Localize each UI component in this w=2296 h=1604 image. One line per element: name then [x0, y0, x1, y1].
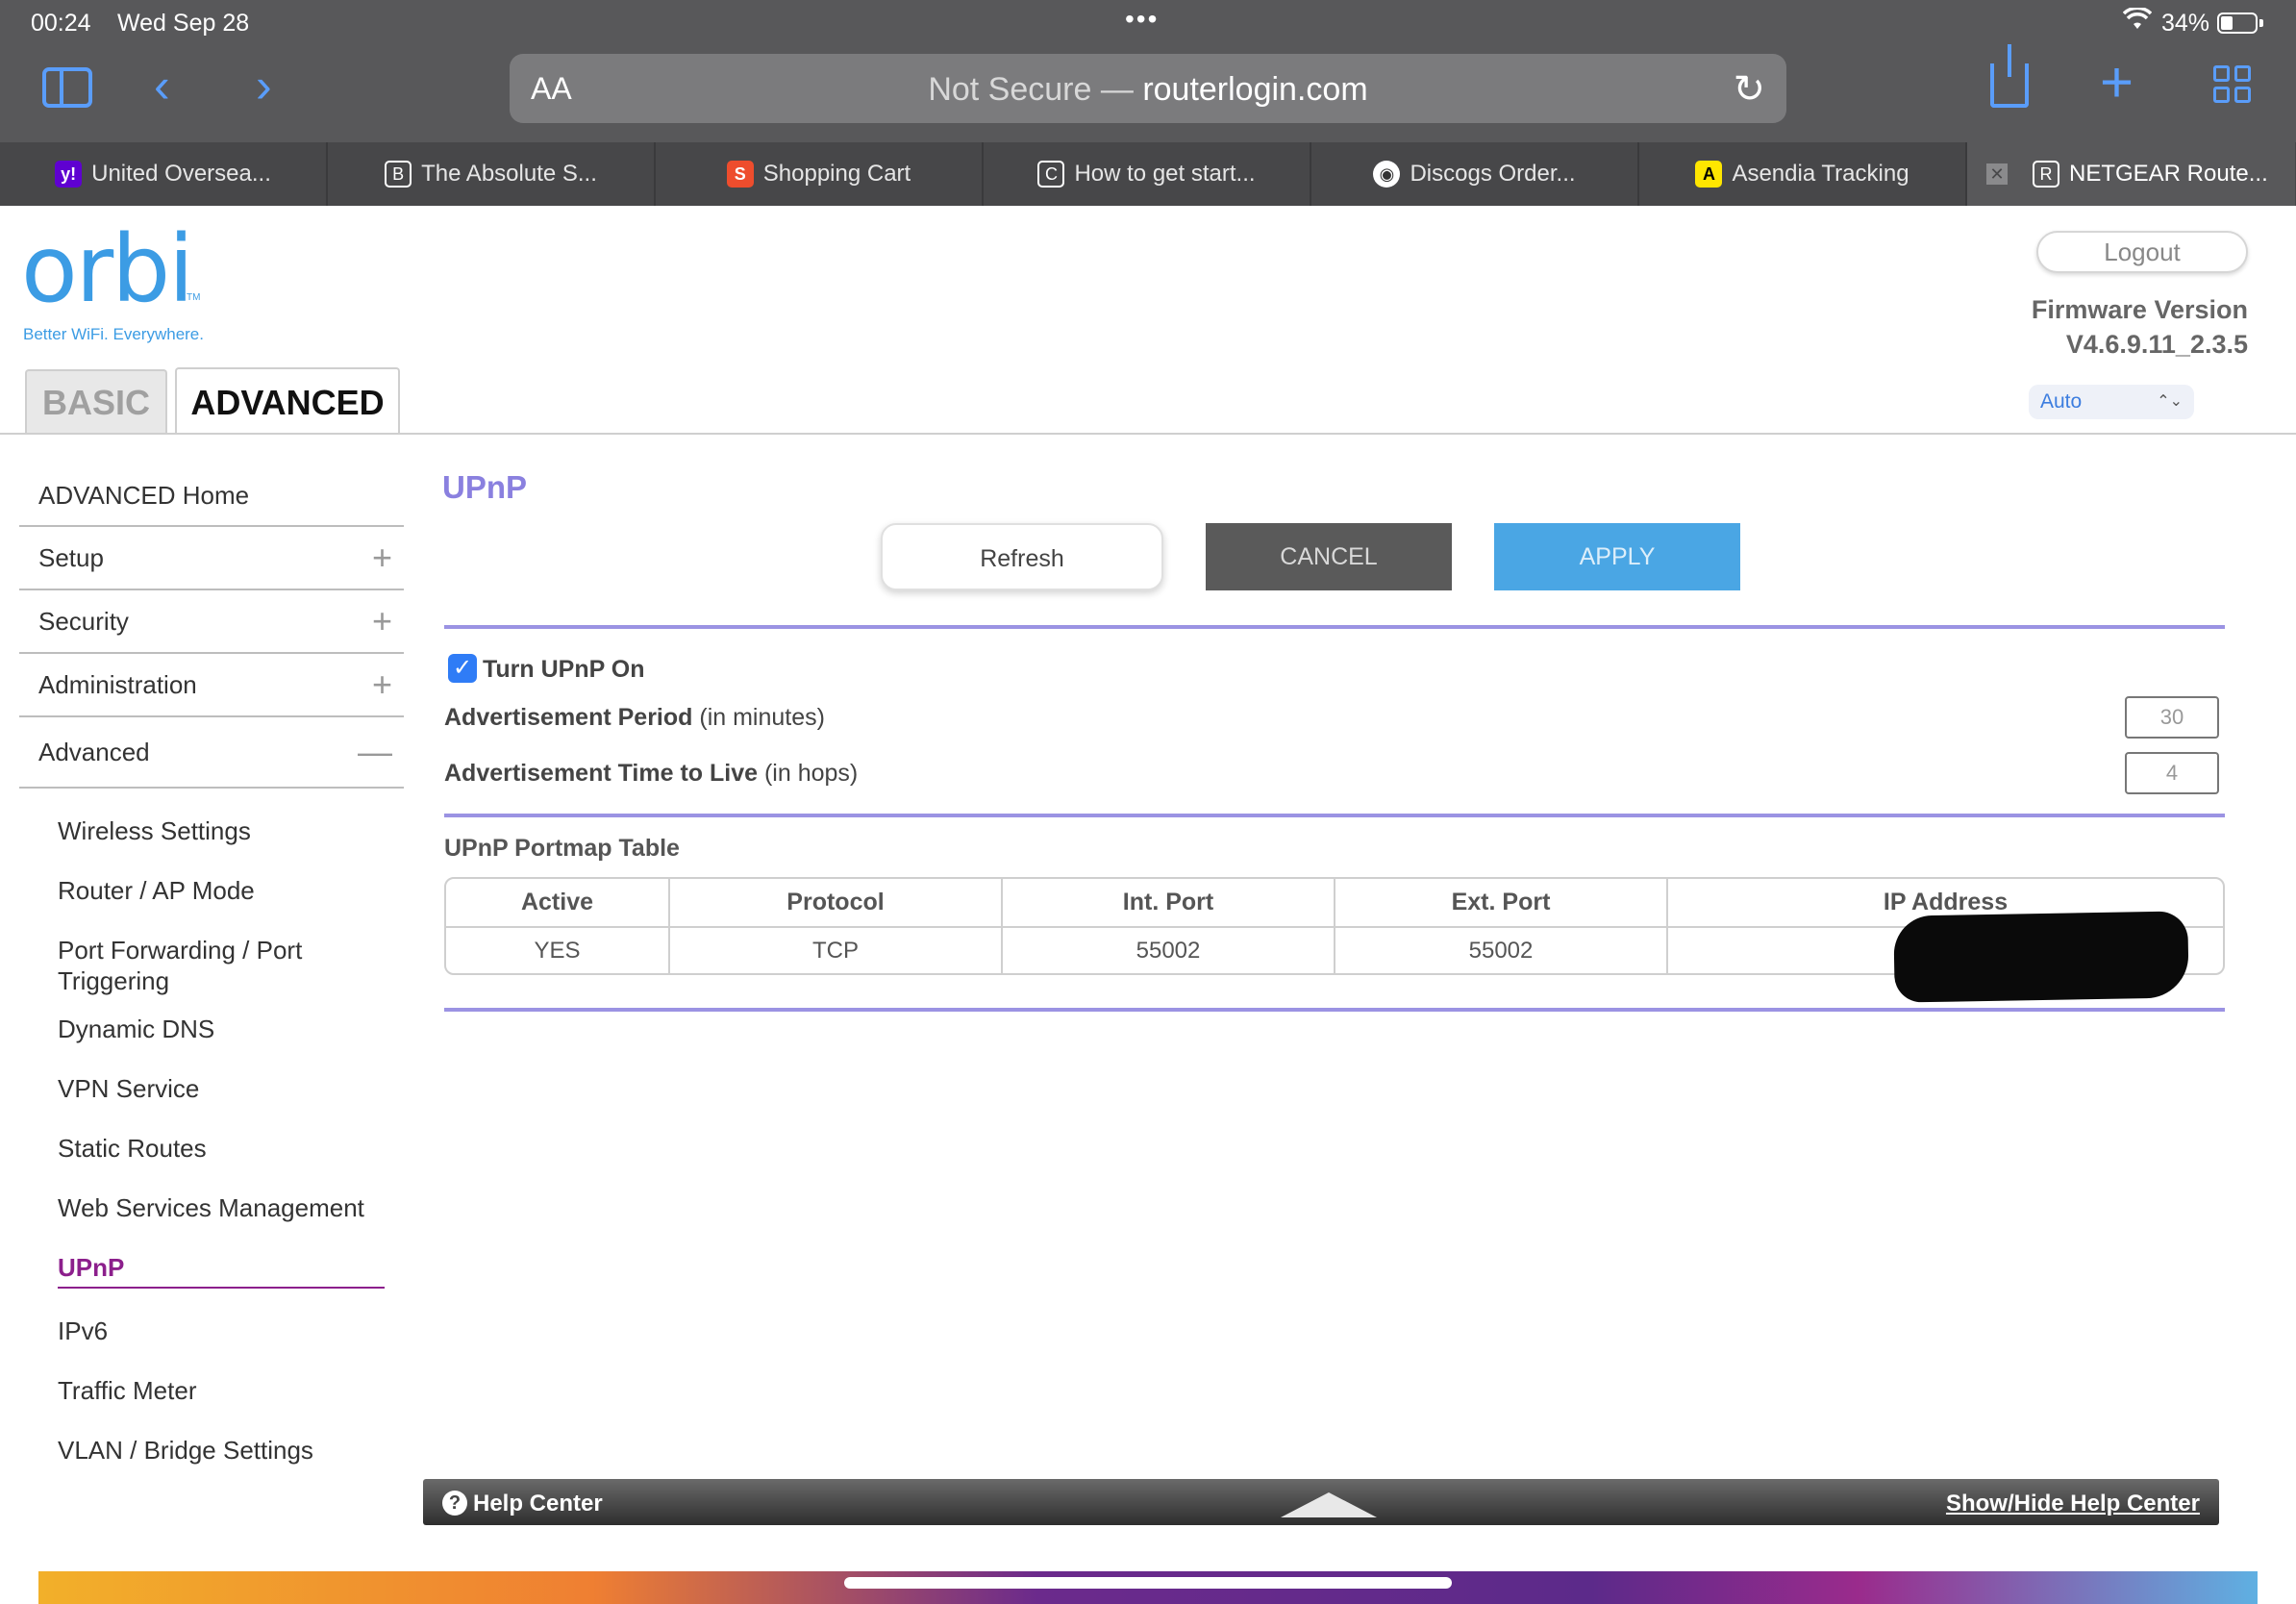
- cell-protocol: TCP: [669, 927, 1003, 973]
- sidebar-toggle-icon[interactable]: [42, 67, 92, 108]
- url-text[interactable]: Not Secure — routerlogin.com: [510, 71, 1786, 109]
- new-tab-icon[interactable]: +: [2100, 54, 2134, 112]
- multitasking-dots-icon[interactable]: •••: [1125, 4, 1159, 35]
- help-center-bar: ? Help Center Show/Hide Help Center: [423, 1479, 2219, 1525]
- divider: [444, 814, 2225, 817]
- expand-icon[interactable]: +: [372, 538, 392, 578]
- c-favicon-icon: C: [1037, 161, 1065, 188]
- close-tab-icon[interactable]: ✕: [1986, 163, 2008, 185]
- nav-router-ap-mode[interactable]: Router / AP Mode: [58, 875, 385, 906]
- browser-toolbar: ‹ › AA Not Secure — routerlogin.com ↻ +: [0, 44, 2296, 142]
- nav-port-forwarding[interactable]: Port Forwarding / Port Triggering: [58, 935, 385, 996]
- expand-icon[interactable]: +: [372, 664, 392, 705]
- browser-tab[interactable]: ◉ Discogs Order...: [1311, 142, 1639, 206]
- logout-button[interactable]: Logout: [2036, 231, 2248, 273]
- browser-tab[interactable]: B The Absolute S...: [328, 142, 656, 206]
- divider: [0, 433, 2296, 435]
- collapse-icon[interactable]: —: [358, 732, 392, 772]
- apply-button[interactable]: APPLY: [1494, 523, 1740, 590]
- forward-icon[interactable]: ›: [256, 62, 272, 110]
- browser-tab[interactable]: C How to get start...: [984, 142, 1311, 206]
- firmware-label: Firmware Version: [2031, 295, 2248, 324]
- home-indicator[interactable]: [844, 1577, 1452, 1589]
- wifi-icon: [2122, 6, 2153, 38]
- discogs-icon: ◉: [1373, 161, 1401, 188]
- nav-traffic-meter[interactable]: Traffic Meter: [58, 1375, 385, 1406]
- advertisement-period-label: Advertisement Period (in minutes): [444, 704, 825, 731]
- reload-icon[interactable]: ↻: [1733, 67, 1765, 112]
- address-bar[interactable]: AA Not Secure — routerlogin.com ↻: [510, 54, 1786, 123]
- share-icon[interactable]: [1990, 44, 2029, 108]
- tab-strip: y! United Oversea... B The Absolute S... S…: [0, 142, 2296, 206]
- chevron-updown-icon: ⌃⌄: [2157, 393, 2183, 410]
- battery-percentage: 34%: [2161, 10, 2210, 37]
- orbi-logo: orbi TM Better WiFi. Everywhere.: [21, 215, 204, 343]
- b-favicon-icon: B: [385, 161, 412, 188]
- nav-setup[interactable]: Setup +: [19, 527, 404, 590]
- redaction-mark: [1893, 911, 2189, 1003]
- expand-arrow-icon[interactable]: [1281, 1492, 1377, 1517]
- advanced-submenu: Wireless Settings Router / AP Mode Port …: [58, 815, 385, 1494]
- column-header: Ext. Port: [1335, 879, 1668, 928]
- advertisement-ttl-input[interactable]: 4: [2125, 752, 2219, 794]
- left-nav: ADVANCED Home Setup + Security + Administr…: [19, 465, 404, 789]
- firmware-version: V4.6.9.11_2.3.5: [2065, 330, 2248, 359]
- portmap-table-title: UPnP Portmap Table: [444, 835, 680, 862]
- help-icon: ?: [442, 1491, 467, 1516]
- language-select[interactable]: Auto ⌃⌄: [2029, 385, 2194, 419]
- browser-tab[interactable]: y! United Oversea...: [0, 142, 328, 206]
- clock: 00:24: [31, 10, 91, 37]
- column-header: Protocol: [669, 879, 1003, 928]
- cell-active: YES: [446, 927, 670, 973]
- yahoo-icon: y!: [55, 161, 83, 188]
- tab-overview-icon[interactable]: [2213, 65, 2254, 106]
- status-bar: 00:24 Wed Sep 28 ••• 34%: [0, 0, 2296, 48]
- nav-upnp[interactable]: UPnP: [58, 1252, 385, 1289]
- column-header: Int. Port: [1002, 879, 1335, 928]
- cell-ext-port: 55002: [1335, 927, 1668, 973]
- shopping-bag-icon: S: [726, 161, 754, 188]
- show-hide-help-link[interactable]: Show/Hide Help Center: [1946, 1491, 2200, 1517]
- firmware-info: Firmware Version V4.6.9.11_2.3.5: [2032, 292, 2248, 362]
- back-icon[interactable]: ‹: [154, 62, 170, 110]
- help-center-label: Help Center: [473, 1491, 603, 1516]
- advertisement-period-input[interactable]: 30: [2125, 696, 2219, 739]
- divider: [444, 1008, 2225, 1012]
- expand-icon[interactable]: +: [372, 601, 392, 641]
- nav-wireless-settings[interactable]: Wireless Settings: [58, 815, 385, 846]
- divider: [444, 625, 2225, 629]
- nav-ipv6[interactable]: IPv6: [58, 1316, 385, 1346]
- battery-icon: [2217, 13, 2258, 34]
- nav-static-routes[interactable]: Static Routes: [58, 1133, 385, 1164]
- nav-administration[interactable]: Administration +: [19, 654, 404, 717]
- upnp-checkbox[interactable]: ✓: [448, 654, 477, 683]
- tab-basic[interactable]: BASIC: [25, 369, 167, 433]
- nav-advanced-home[interactable]: ADVANCED Home: [19, 465, 404, 527]
- nav-vlan-bridge[interactable]: VLAN / Bridge Settings: [58, 1435, 385, 1466]
- upnp-checkbox-label: Turn UPnP On: [483, 656, 645, 683]
- nav-dynamic-dns[interactable]: Dynamic DNS: [58, 1014, 385, 1044]
- browser-tab-active[interactable]: ✕ R NETGEAR Route...: [1967, 142, 2295, 206]
- nav-vpn-service[interactable]: VPN Service: [58, 1073, 385, 1104]
- nav-security[interactable]: Security +: [19, 590, 404, 654]
- date: Wed Sep 28: [117, 10, 250, 37]
- advertisement-ttl-label: Advertisement Time to Live (in hops): [444, 760, 859, 787]
- browser-tab[interactable]: A Asendia Tracking: [1639, 142, 1967, 206]
- refresh-button[interactable]: Refresh: [881, 523, 1163, 590]
- nav-web-services[interactable]: Web Services Management: [58, 1192, 385, 1223]
- cell-int-port: 55002: [1002, 927, 1335, 973]
- page-title: UPnP: [442, 469, 528, 505]
- browser-tab[interactable]: S Shopping Cart: [656, 142, 984, 206]
- asendia-icon: A: [1695, 161, 1723, 188]
- nav-advanced[interactable]: Advanced —: [19, 717, 404, 789]
- tab-advanced[interactable]: ADVANCED: [175, 367, 400, 435]
- column-header: Active: [446, 879, 670, 928]
- cancel-button[interactable]: CANCEL: [1206, 523, 1452, 590]
- logo-tagline: Better WiFi. Everywhere.: [23, 325, 204, 343]
- r-favicon-icon: R: [2033, 161, 2059, 188]
